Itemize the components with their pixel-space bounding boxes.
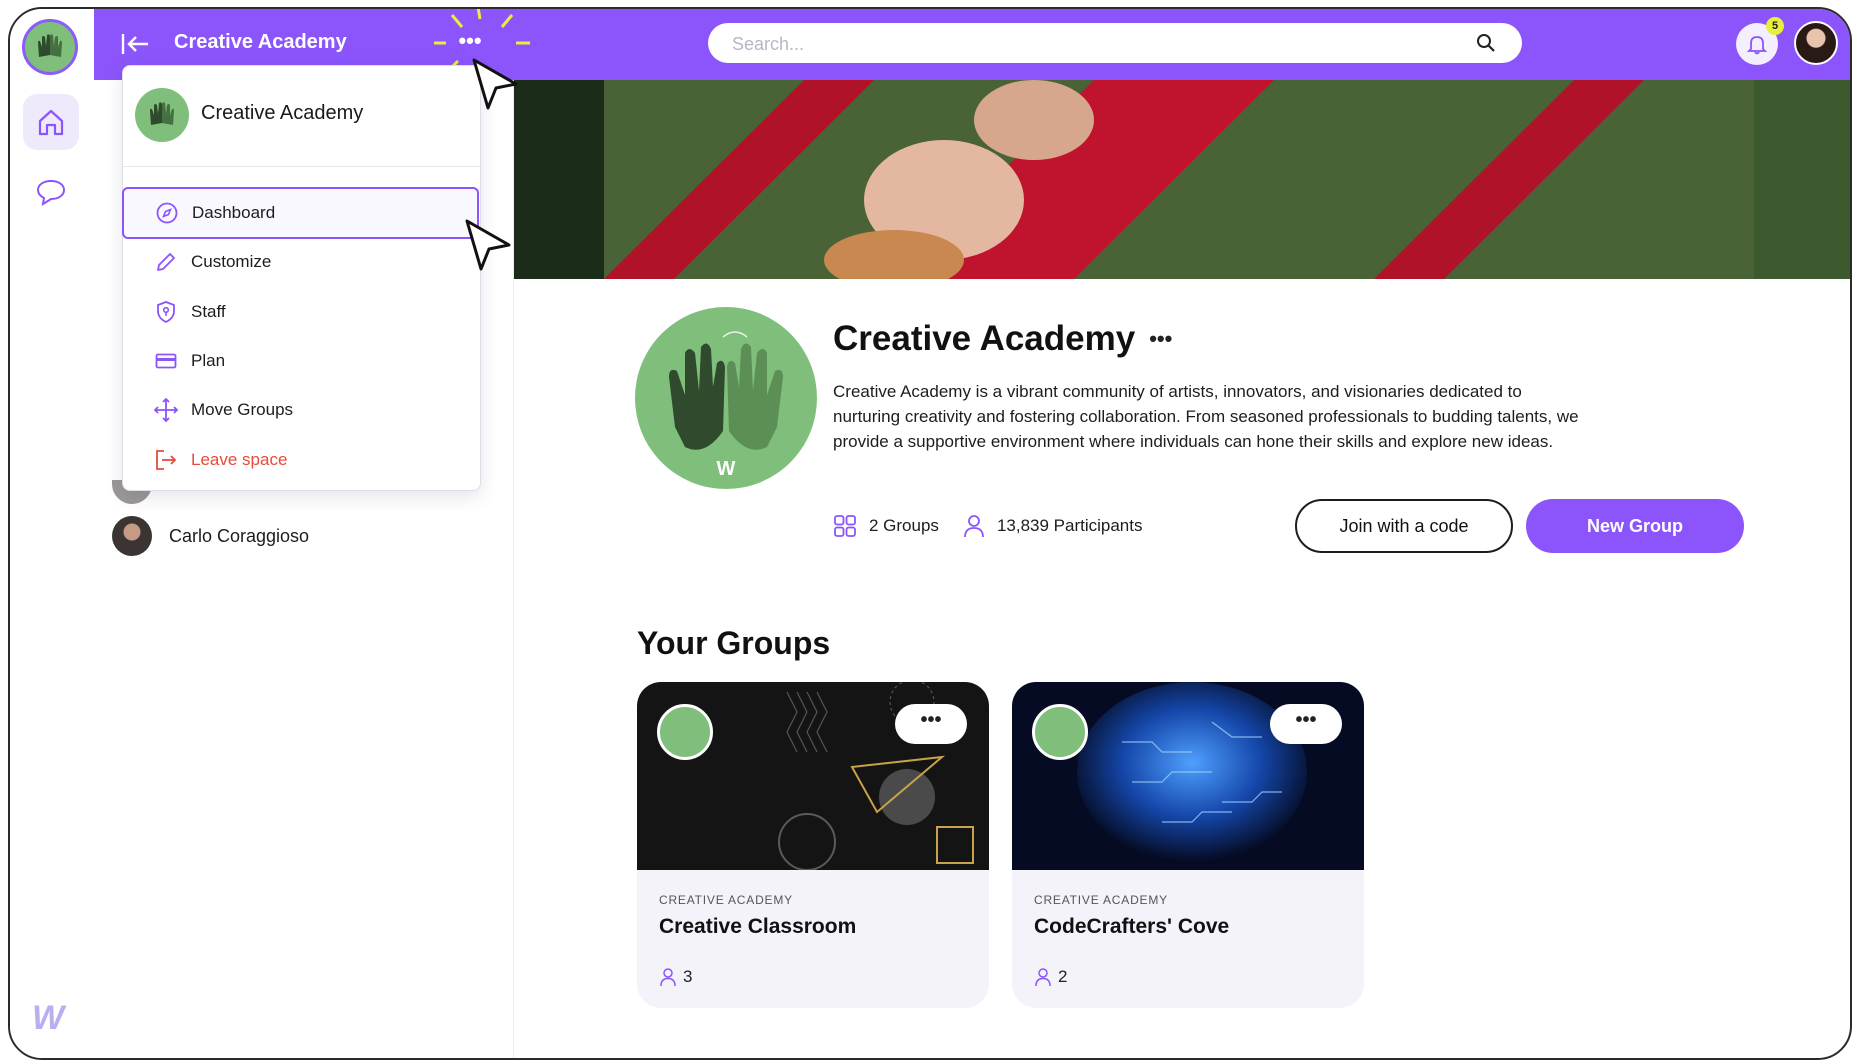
dropdown-space-name: Creative Academy bbox=[201, 102, 364, 124]
logo-w-letter: W bbox=[717, 458, 736, 480]
member-avatar bbox=[112, 516, 152, 556]
home-nav-button[interactable] bbox=[23, 94, 79, 150]
shield-icon bbox=[153, 299, 179, 325]
search-bar[interactable] bbox=[708, 23, 1522, 65]
participants-count: 13,839 Participants bbox=[996, 516, 1143, 535]
home-icon bbox=[38, 109, 64, 136]
group-more-button[interactable]: ••• bbox=[1270, 704, 1342, 744]
menu-item-label: Dashboard bbox=[192, 203, 276, 222]
grid-icon bbox=[834, 515, 856, 537]
search-icon[interactable] bbox=[1476, 33, 1496, 53]
member-count-value: 2 bbox=[1058, 967, 1068, 986]
member-name: Carlo Coraggioso bbox=[169, 525, 310, 546]
brand-w-logo: W bbox=[32, 999, 64, 1037]
page-title: Creative Academy bbox=[833, 319, 1136, 358]
member-count-value: 3 bbox=[683, 967, 693, 986]
group-card[interactable]: ••• CREATIVE ACADEMY CodeCrafters' Cove … bbox=[1012, 682, 1364, 1008]
group-space-label: CREATIVE ACADEMY bbox=[1034, 893, 1168, 907]
space-cover-image bbox=[514, 80, 1850, 279]
menu-item-customize[interactable]: Customize bbox=[123, 236, 480, 288]
person-icon bbox=[964, 515, 984, 538]
title-more-button[interactable]: ••• bbox=[1149, 326, 1172, 352]
gloves-icon bbox=[38, 34, 62, 57]
move-icon bbox=[153, 397, 179, 423]
menu-item-staff[interactable]: Staff bbox=[123, 286, 480, 338]
new-group-button[interactable]: New Group bbox=[1526, 499, 1744, 553]
menu-item-dashboard[interactable]: Dashboard bbox=[122, 187, 479, 239]
group-space-logo bbox=[657, 704, 713, 760]
member-list-item[interactable]: Carlo Coraggioso bbox=[112, 516, 309, 556]
group-more-button[interactable]: ••• bbox=[895, 704, 967, 744]
collapse-sidebar-icon[interactable] bbox=[120, 31, 150, 57]
notification-count-badge: 5 bbox=[1766, 17, 1784, 35]
group-name: Creative Classroom bbox=[659, 915, 857, 938]
chat-bubble-icon bbox=[36, 179, 66, 206]
group-space-label: CREATIVE ACADEMY bbox=[659, 893, 793, 907]
group-space-logo bbox=[1032, 704, 1088, 760]
group-card[interactable]: ••• CREATIVE ACADEMY Creative Classroom … bbox=[637, 682, 989, 1008]
menu-item-label: Customize bbox=[191, 252, 272, 271]
space-title-row: Creative Academy ••• bbox=[833, 319, 1172, 359]
mouse-cursor-icon bbox=[465, 219, 511, 271]
chat-nav-button[interactable] bbox=[23, 164, 79, 220]
person-icon bbox=[660, 968, 676, 987]
space-logo-large: W bbox=[635, 307, 817, 489]
groups-count: 2 Groups bbox=[869, 516, 939, 535]
cover-photo bbox=[514, 80, 1850, 279]
pencil-icon bbox=[153, 249, 179, 275]
menu-item-plan[interactable]: Plan bbox=[123, 335, 480, 387]
space-logo bbox=[135, 88, 189, 142]
search-input[interactable] bbox=[730, 23, 1434, 65]
space-title: Creative Academy bbox=[174, 31, 347, 53]
groups-stat: 2 Groups bbox=[833, 514, 939, 538]
gloves-icon bbox=[150, 102, 174, 125]
menu-item-label: Staff bbox=[191, 302, 226, 321]
menu-item-label: Plan bbox=[191, 351, 226, 370]
space-options-dropdown: Creative Academy Dashboard Customize Sta… bbox=[122, 65, 481, 491]
app-window: W Creative Academy ••• Search... 5 Carlo… bbox=[8, 7, 1852, 1060]
group-member-count: 3 bbox=[659, 967, 692, 987]
user-avatar[interactable] bbox=[1794, 21, 1838, 65]
group-member-count: 2 bbox=[1034, 967, 1067, 987]
bell-icon bbox=[1746, 36, 1768, 55]
left-rail: W bbox=[10, 9, 95, 1058]
gloves-logo-icon: W bbox=[669, 331, 783, 480]
menu-item-label: Leave space bbox=[191, 450, 288, 469]
space-description: Creative Academy is a vibrant community … bbox=[833, 382, 1579, 451]
menu-item-leave-space[interactable]: Leave space bbox=[123, 434, 480, 486]
space-logo-button[interactable] bbox=[22, 19, 78, 75]
mouse-cursor-icon bbox=[472, 58, 518, 110]
group-name: CodeCrafters' Cove bbox=[1034, 915, 1230, 938]
menu-item-move-groups[interactable]: Move Groups bbox=[123, 384, 480, 436]
participants-stat: 13,839 Participants bbox=[963, 514, 1143, 538]
space-stats: 2 Groups 13,839 Participants bbox=[833, 514, 1166, 538]
person-icon bbox=[1035, 968, 1051, 987]
credit-card-icon bbox=[153, 348, 179, 374]
exit-icon bbox=[153, 447, 179, 473]
dropdown-header: Creative Academy bbox=[123, 66, 480, 167]
compass-icon bbox=[154, 200, 180, 226]
join-with-code-button[interactable]: Join with a code bbox=[1295, 499, 1513, 553]
menu-item-label: Move Groups bbox=[191, 400, 294, 419]
your-groups-heading: Your Groups bbox=[637, 625, 831, 661]
